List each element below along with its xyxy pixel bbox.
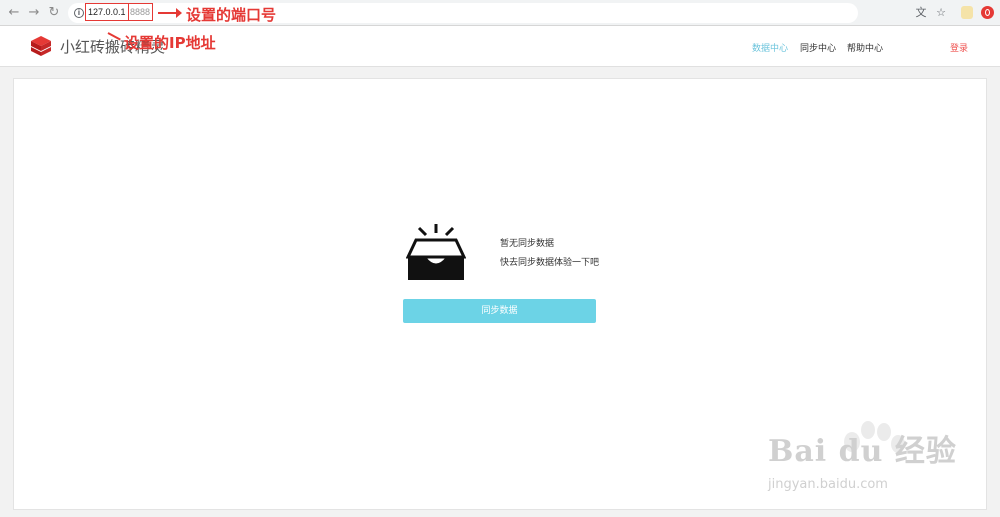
ip-highlight-box xyxy=(85,3,129,21)
star-icon[interactable]: ☆ xyxy=(934,6,948,20)
port-annotation: 设置的端口号 xyxy=(186,6,277,24)
empty-state-subtitle: 快去同步数据体验一下吧 xyxy=(500,258,600,268)
extension-icon[interactable] xyxy=(961,6,973,19)
port-highlight-box xyxy=(128,3,153,21)
empty-tray-icon xyxy=(406,224,466,280)
translate-icon[interactable]: 文 xyxy=(914,6,928,20)
nav-sync-center[interactable]: 同步中心 xyxy=(800,41,836,54)
arrow-left-icon[interactable]: ← xyxy=(6,5,22,21)
arrow-right-icon[interactable]: → xyxy=(26,5,42,21)
watermark-text: Bai du 经验 xyxy=(768,434,957,469)
login-link[interactable]: 登录 xyxy=(950,41,968,54)
browser-toolbar: ← → ↻ i 127.0.0.1 8888 文 ☆ xyxy=(0,0,1000,26)
opera-icon[interactable] xyxy=(981,6,994,19)
reload-icon[interactable]: ↻ xyxy=(46,5,62,21)
logo-icon xyxy=(31,36,51,56)
nav-data-center[interactable]: 数据中心 xyxy=(752,41,788,54)
sync-data-button[interactable]: 同步数据 xyxy=(403,299,596,323)
watermark-subtext: jingyan.baidu.com xyxy=(768,477,888,492)
nav-help-center[interactable]: 帮助中心 xyxy=(847,41,883,54)
info-icon[interactable]: i xyxy=(74,8,84,18)
ip-annotation: 设置的IP地址 xyxy=(124,34,216,52)
port-arrow xyxy=(158,8,182,18)
empty-state-title: 暂无同步数据 xyxy=(500,239,555,249)
